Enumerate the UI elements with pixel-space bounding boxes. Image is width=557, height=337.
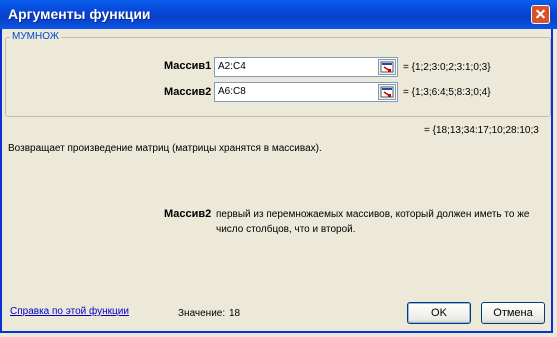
arg1-input[interactable]: A2:C4	[214, 57, 398, 77]
arg1-result: = {1;2;3:0;2;3:1;0;3}	[403, 62, 491, 73]
close-button[interactable]	[531, 5, 550, 24]
range-select-icon	[380, 61, 394, 73]
arg2-label: Массив2	[164, 86, 212, 98]
arg1-value: A2:C4	[218, 61, 246, 72]
function-arguments-group	[5, 37, 551, 117]
overall-result: = {18;13;34:17;10;28:10;3	[424, 125, 539, 136]
arg1-label: Массив1	[164, 60, 212, 72]
range-select-icon	[380, 86, 394, 98]
ok-button[interactable]: OK	[407, 302, 471, 324]
arg2-input[interactable]: A6:C8	[214, 82, 398, 102]
arg2-value: A6:C8	[218, 86, 246, 97]
cancel-button[interactable]: Отмена	[481, 302, 545, 324]
arg-help-name: Массив2	[164, 208, 212, 220]
value-text: 18	[229, 308, 241, 319]
arg-help-line1: первый из перемножаемых массивов, которы…	[216, 209, 530, 220]
arg2-result: = {1;3;6:4;5;8:3;0;4}	[403, 87, 491, 98]
arg-help-line2: число столбцов, что и второй.	[216, 224, 356, 235]
window-title: Аргументы функции	[8, 6, 151, 22]
help-link[interactable]: Справка по этой функции	[10, 306, 129, 317]
arg2-collapse-button[interactable]	[378, 84, 396, 100]
function-description: Возвращает произведение матриц (матрицы …	[8, 143, 322, 154]
arg1-collapse-button[interactable]	[378, 59, 396, 75]
title-bar[interactable]: Аргументы функции	[0, 0, 557, 29]
function-name: МУМНОЖ	[10, 31, 62, 42]
value-label: Значение:	[178, 308, 226, 319]
